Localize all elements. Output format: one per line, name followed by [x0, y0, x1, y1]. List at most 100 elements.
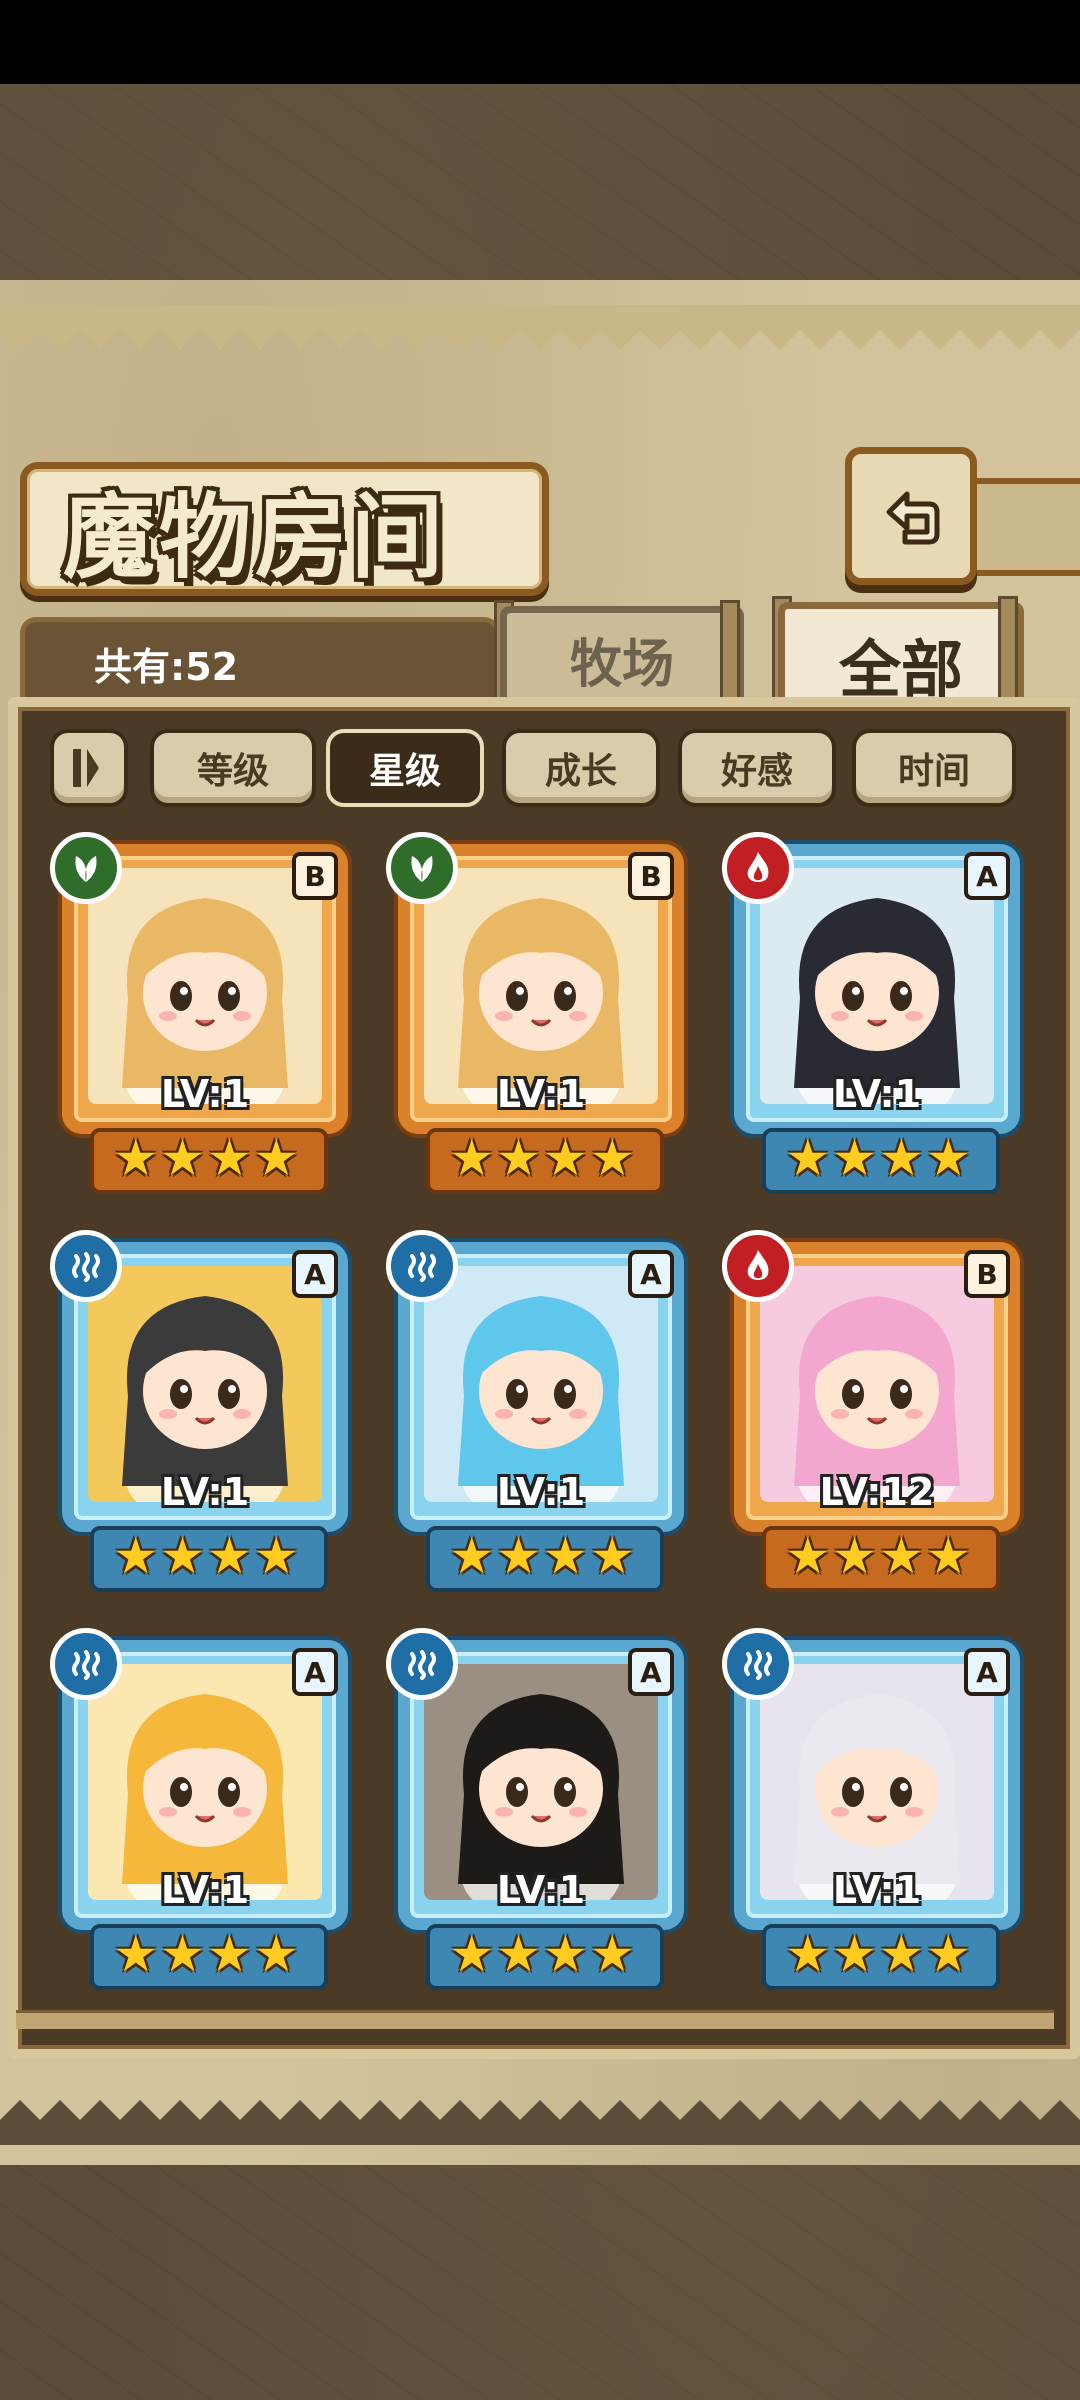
star-icon: ★: [160, 1925, 205, 1983]
status-bar: [0, 0, 1080, 84]
star-icon: ★: [207, 1527, 252, 1585]
monster-card[interactable]: LV:1 ★ ★ ★ ★ A: [722, 832, 1032, 1194]
page-title: 魔物房间: [63, 482, 448, 591]
star-icon: ★: [543, 1129, 588, 1187]
sort-star-label: 星级: [368, 751, 441, 792]
star-icon: ★: [543, 1527, 588, 1585]
monster-portrait: [424, 1664, 658, 1900]
title-plaque: 魔物房间: [20, 462, 549, 596]
zigzag-top-border: [0, 305, 1080, 350]
water-element-icon: [386, 1230, 458, 1302]
star-icon: ★: [589, 1129, 635, 1187]
monster-level: LV:1: [160, 1072, 250, 1116]
monster-level: LV:1: [160, 1868, 250, 1912]
monster-level: LV:1: [832, 1868, 922, 1912]
back-button[interactable]: [845, 447, 977, 585]
tab-farm[interactable]: 牧场: [500, 606, 744, 705]
sort-time-label: 时间: [897, 751, 970, 792]
star-icon: ★: [207, 1129, 252, 1187]
monster-portrait: [760, 868, 994, 1104]
star-icon: ★: [496, 1925, 541, 1983]
monster-portrait: [424, 1266, 658, 1502]
star-icon: ★: [160, 1129, 205, 1187]
sort-affection-button[interactable]: 好感: [678, 729, 836, 807]
star-icon: ★: [449, 1129, 495, 1187]
star-rating: ★ ★ ★ ★: [785, 1925, 970, 1983]
star-rating: ★ ★ ★ ★: [449, 1527, 634, 1585]
monster-card[interactable]: LV:12 ★ ★ ★ ★ B: [722, 1230, 1032, 1592]
monster-level: LV:1: [496, 1072, 586, 1116]
star-icon: ★: [449, 1925, 495, 1983]
rank-badge: A: [292, 1648, 338, 1696]
grass-element-icon: [50, 832, 122, 904]
rank-badge: A: [964, 1648, 1010, 1696]
monster-card[interactable]: LV:1 ★ ★ ★ ★ A: [386, 1628, 696, 1990]
monster-card[interactable]: LV:1 ★ ★ ★ ★ B: [386, 832, 696, 1194]
monster-level: LV:12: [819, 1470, 935, 1514]
star-icon: ★: [832, 1527, 877, 1585]
monster-count: 共有:52: [94, 645, 239, 689]
star-icon: ★: [253, 1129, 299, 1187]
star-icon: ★: [496, 1527, 541, 1585]
tab-all-label: 全部: [838, 633, 963, 706]
star-icon: ★: [253, 1925, 299, 1983]
monster-portrait: [760, 1266, 994, 1502]
rank-badge: B: [628, 852, 674, 900]
star-rating: ★ ★ ★ ★: [785, 1527, 970, 1585]
fire-element-icon: [722, 832, 794, 904]
water-element-icon: [722, 1628, 794, 1700]
star-icon: ★: [207, 1925, 252, 1983]
rank-badge: A: [292, 1250, 338, 1298]
sort-star-button[interactable]: 星级: [326, 729, 484, 807]
star-rating: ★ ★ ★ ★: [113, 1129, 298, 1187]
star-icon: ★: [113, 1925, 159, 1983]
star-rating: ★ ★ ★ ★: [113, 1527, 298, 1585]
sort-growth-button[interactable]: 成长: [502, 729, 660, 807]
monster-card[interactable]: LV:1 ★ ★ ★ ★ A: [50, 1628, 360, 1990]
rank-badge: A: [964, 852, 1010, 900]
sort-order-toggle[interactable]: [50, 729, 128, 807]
star-rating: ★ ★ ★ ★: [449, 1925, 634, 1983]
tab-post: [998, 596, 1018, 710]
monster-portrait: [760, 1664, 994, 1900]
star-icon: ★: [879, 1925, 924, 1983]
info-tab-bar: [20, 617, 500, 702]
fire-element-icon: [722, 1230, 794, 1302]
grass-element-icon: [386, 832, 458, 904]
star-rating: ★ ★ ★ ★: [449, 1129, 634, 1187]
monster-card[interactable]: LV:1 ★ ★ ★ ★ A: [50, 1230, 360, 1592]
star-icon: ★: [160, 1527, 205, 1585]
star-icon: ★: [589, 1527, 635, 1585]
star-icon: ★: [449, 1527, 495, 1585]
monster-level: LV:1: [496, 1470, 586, 1514]
rank-badge: B: [292, 852, 338, 900]
monster-portrait: [88, 1664, 322, 1900]
star-icon: ★: [785, 1925, 831, 1983]
monster-card[interactable]: LV:1 ★ ★ ★ ★ A: [722, 1628, 1032, 1990]
sort-time-button[interactable]: 时间: [852, 729, 1016, 807]
sort-level-button[interactable]: 等级: [150, 729, 316, 807]
monster-card[interactable]: LV:1 ★ ★ ★ ★ B: [50, 832, 360, 1194]
monster-portrait: [88, 868, 322, 1104]
star-icon: ★: [785, 1527, 831, 1585]
monster-card[interactable]: LV:1 ★ ★ ★ ★ A: [386, 1230, 696, 1592]
star-icon: ★: [879, 1527, 924, 1585]
star-icon: ★: [879, 1129, 924, 1187]
monster-level: LV:1: [832, 1072, 922, 1116]
star-icon: ★: [113, 1527, 159, 1585]
star-icon: ★: [543, 1925, 588, 1983]
rank-badge: A: [628, 1250, 674, 1298]
tab-farm-label: 牧场: [569, 634, 674, 695]
monster-portrait: [424, 868, 658, 1104]
zigzag-bottom-border: [0, 2100, 1080, 2145]
star-rating: ★ ★ ★ ★: [113, 1925, 298, 1983]
star-icon: ★: [785, 1129, 831, 1187]
water-element-icon: [386, 1628, 458, 1700]
star-icon: ★: [253, 1527, 299, 1585]
star-icon: ★: [496, 1129, 541, 1187]
star-icon: ★: [925, 1527, 971, 1585]
water-element-icon: [50, 1230, 122, 1302]
back-arrow-icon: [886, 491, 940, 545]
monster-portrait: [88, 1266, 322, 1502]
sort-order-icon: [73, 749, 99, 787]
